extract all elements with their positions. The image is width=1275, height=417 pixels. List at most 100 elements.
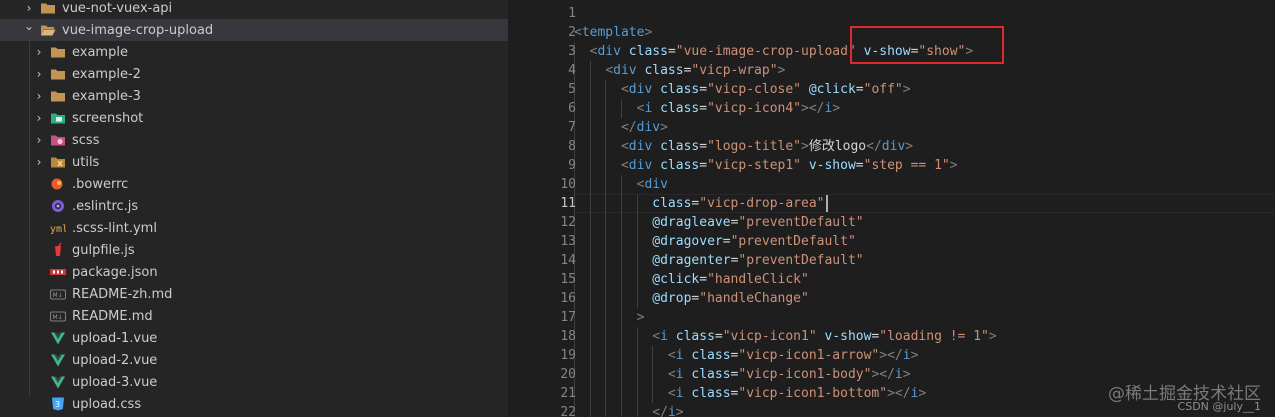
chevron-right-icon[interactable]: › xyxy=(32,111,46,125)
code-token-punc: < xyxy=(574,25,582,40)
code-line[interactable]: <div class="vicp-step1" v-show="step == … xyxy=(574,156,958,175)
eslint-icon xyxy=(50,198,66,214)
line-number: 3 xyxy=(568,44,576,59)
code-token-str: "vicp-icon1-body" xyxy=(738,367,872,382)
tree-folder-item[interactable]: › scss xyxy=(0,129,508,151)
code-token-punc: > xyxy=(949,158,958,173)
tree-file-item[interactable]: upload-3.vue xyxy=(0,371,508,393)
code-line[interactable]: <div xyxy=(574,175,668,194)
chevron-right-icon[interactable]: › xyxy=(32,89,46,103)
code-token-punc: < xyxy=(620,82,629,97)
code-token-punc: ></ xyxy=(871,367,895,382)
tree-item-label: example-2 xyxy=(72,66,141,82)
code-token-attr: class xyxy=(691,386,731,401)
chevron-right-icon[interactable]: › xyxy=(32,155,46,169)
tree-file-item[interactable]: upload-2.vue xyxy=(0,349,508,371)
code-token-punc: > xyxy=(832,101,841,116)
tree-item-label: example-3 xyxy=(72,88,141,104)
tree-file-item[interactable]: M↓ README-zh.md xyxy=(0,283,508,305)
chevron-right-icon[interactable]: › xyxy=(32,133,46,147)
code-token-str: "vicp-icon1-arrow" xyxy=(738,348,880,363)
code-token-attr: class xyxy=(660,101,700,116)
tree-file-item[interactable]: .eslintrc.js xyxy=(0,195,508,217)
code-line[interactable]: @dragover="preventDefault" xyxy=(574,232,856,251)
chevron-right-icon[interactable]: › xyxy=(22,1,36,15)
watermark-csdn: CSDN @july__1 xyxy=(1177,400,1261,413)
tree-folder-item[interactable]: › example-3 xyxy=(0,85,508,107)
code-token-punc: < xyxy=(667,386,676,401)
tree-item-label: upload-2.vue xyxy=(72,352,158,368)
tree-item-label: README.md xyxy=(72,308,153,324)
tree-file-item[interactable]: package.json xyxy=(0,261,508,283)
code-token-eq: = xyxy=(667,44,676,59)
tree-folder-item[interactable]: › example xyxy=(0,41,508,63)
chevron-right-icon[interactable]: › xyxy=(32,45,46,59)
code-line[interactable]: <i class="vicp-icon4"></i> xyxy=(574,99,841,118)
code-line[interactable]: @drop="handleChange" xyxy=(574,289,809,308)
code-token-punc: > xyxy=(636,310,645,325)
code-token-punc: < xyxy=(620,158,629,173)
code-token-str: "preventDefault" xyxy=(730,234,856,249)
svg-text:3: 3 xyxy=(55,400,60,409)
code-token-str: "step == 1" xyxy=(863,158,950,173)
code-token-attr: @dragover xyxy=(652,234,723,249)
code-line[interactable]: @dragleave="preventDefault" xyxy=(574,213,864,232)
code-line[interactable]: @click="handleClick" xyxy=(574,270,809,289)
folder-open-icon xyxy=(40,22,56,38)
code-token-punc: > xyxy=(988,329,997,344)
code-line[interactable]: <div class="logo-title">修改logo</div> xyxy=(574,137,913,156)
markdown-icon: M↓ xyxy=(50,286,66,302)
code-token-str: "preventDefault" xyxy=(738,215,864,230)
code-token-punc: < xyxy=(620,139,629,154)
tree-file-item[interactable]: .bowerrc xyxy=(0,173,508,195)
code-line[interactable]: class="vicp-drop-area" xyxy=(574,194,824,213)
code-token-attr: class xyxy=(691,348,731,363)
tree-folder-item[interactable]: › example-2 xyxy=(0,63,508,85)
tree-file-item[interactable]: M↓ README.md xyxy=(0,305,508,327)
chevron-right-icon[interactable]: › xyxy=(32,67,46,81)
code-line[interactable]: <i class="vicp-icon1-bottom"></i> xyxy=(574,384,926,403)
code-token-str: "logo-title" xyxy=(707,139,801,154)
folder-icon xyxy=(50,44,66,60)
code-line[interactable]: <i class="vicp-icon1-body"></i> xyxy=(574,365,911,384)
line-number: 2 xyxy=(568,25,576,40)
code-line[interactable]: <i class="vicp-icon1" v-show="loading !=… xyxy=(574,327,997,346)
code-token-tag: i xyxy=(902,348,911,363)
tree-folder-item[interactable]: › screenshot xyxy=(0,107,508,129)
code-line[interactable]: <div class="vicp-wrap"> xyxy=(574,61,785,80)
tree-folder-item[interactable]: › vue-not-vuex-api xyxy=(0,0,508,19)
code-line[interactable]: </div> xyxy=(574,118,668,137)
tree-item-label: .scss-lint.yml xyxy=(72,220,157,236)
tree-file-item[interactable]: 3 upload.css xyxy=(0,393,508,415)
code-line[interactable]: </i> xyxy=(574,403,683,417)
tree-file-item[interactable]: yml .scss-lint.yml xyxy=(0,217,508,239)
code-line[interactable]: <i class="vicp-icon1-arrow"></i> xyxy=(574,346,918,365)
tree-file-item[interactable]: gulpfile.js xyxy=(0,239,508,261)
line-number: 14 xyxy=(560,253,576,268)
tree-folder-item[interactable]: ⌄ vue-image-crop-upload xyxy=(0,19,508,41)
code-line[interactable]: @dragenter="preventDefault" xyxy=(574,251,863,270)
code-token-tag: div xyxy=(628,139,653,154)
line-number: 10 xyxy=(560,177,576,192)
tree-folder-item[interactable]: › utils xyxy=(0,151,508,173)
code-token-eq: = xyxy=(722,234,731,249)
code-token-punc: > xyxy=(777,63,786,78)
tree-item-label: scss xyxy=(72,132,100,148)
yaml-icon: yml xyxy=(50,220,68,236)
svg-text:yml: yml xyxy=(50,224,66,235)
code-token-str: "vicp-icon1" xyxy=(722,329,817,344)
code-token-punc: < xyxy=(667,348,676,363)
tree-file-item[interactable]: upload-1.vue xyxy=(0,327,508,349)
code-token-punc: < xyxy=(605,63,614,78)
chevron-down-icon[interactable]: ⌄ xyxy=(22,19,36,33)
code-line[interactable]: > xyxy=(574,308,645,327)
tree-item-label: .bowerrc xyxy=(72,176,129,192)
code-line[interactable]: <template> xyxy=(574,23,652,42)
code-line[interactable]: <div class="vicp-close" @click="off"> xyxy=(574,80,911,99)
